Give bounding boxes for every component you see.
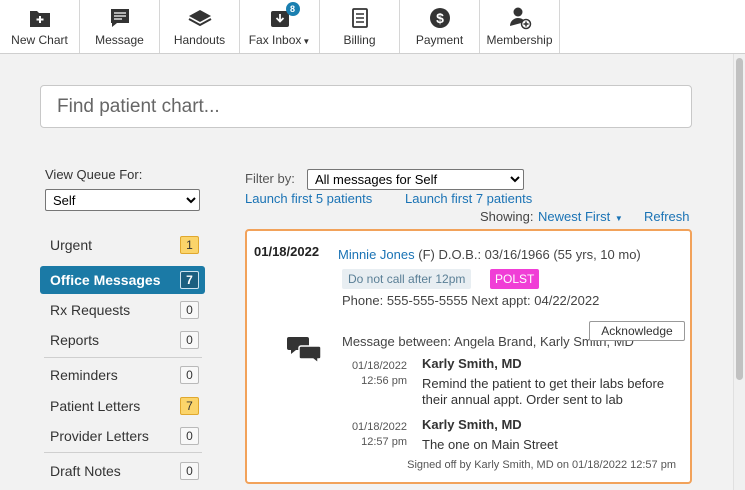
queue-item-provider-letters[interactable]: Provider Letters 0 xyxy=(40,422,205,450)
showing-label: Showing: xyxy=(480,209,534,224)
entry-author: Karly Smith, MD xyxy=(422,417,522,432)
conversation-icon xyxy=(287,335,323,368)
payment-button[interactable]: $ Payment xyxy=(400,0,480,53)
count-badge: 0 xyxy=(180,462,199,480)
signed-off-text: Signed off by Karly Smith, MD on 01/18/2… xyxy=(407,459,676,471)
queue-item-reports[interactable]: Reports 0 xyxy=(40,326,205,354)
launch-first-7-link[interactable]: Launch first 7 patients xyxy=(405,191,532,206)
membership-button[interactable]: Membership xyxy=(480,0,560,53)
entry-timestamp: 01/18/2022 12:57 pm xyxy=(351,421,407,448)
patient-name-link[interactable]: Minnie Jones xyxy=(338,247,415,262)
billing-icon xyxy=(348,6,372,30)
scrollbar-thumb[interactable] xyxy=(736,58,743,380)
message-button[interactable]: Message xyxy=(80,0,160,53)
handouts-icon xyxy=(188,6,212,30)
new-chart-button[interactable]: New Chart xyxy=(0,0,80,53)
count-badge: 7 xyxy=(180,397,199,415)
queue-item-draft-notes[interactable]: Draft Notes 0 xyxy=(40,457,205,485)
count-badge: 0 xyxy=(180,366,199,384)
count-badge: 0 xyxy=(180,331,199,349)
refresh-link[interactable]: Refresh xyxy=(644,209,690,224)
fax-inbox-icon: 8 xyxy=(268,2,300,30)
view-queue-label: View Queue For: xyxy=(45,167,143,182)
queue-divider xyxy=(44,357,202,358)
patient-line: Minnie Jones (F) D.O.B.: 03/16/1966 (55 … xyxy=(338,247,641,262)
phone-appt-line: Phone: 555-555-5555 Next appt: 04/22/202… xyxy=(342,293,600,308)
filter-label: Filter by: xyxy=(245,171,295,186)
caret-down-icon: ▼ xyxy=(614,214,623,223)
svg-text:$: $ xyxy=(436,10,444,26)
count-badge: 0 xyxy=(180,427,199,445)
count-badge: 1 xyxy=(180,236,199,254)
new-chart-icon xyxy=(28,6,52,30)
handouts-button[interactable]: Handouts xyxy=(160,0,240,53)
count-badge: 7 xyxy=(180,271,199,289)
fax-count-badge: 8 xyxy=(285,2,300,16)
patient-info: (F) D.O.B.: 03/16/1966 (55 yrs, 10 mo) xyxy=(418,247,641,262)
membership-icon xyxy=(508,6,532,30)
payment-icon: $ xyxy=(428,6,452,30)
entry-author: Karly Smith, MD xyxy=(422,356,522,371)
entry-timestamp: 01/18/2022 12:56 pm xyxy=(351,360,407,387)
launch-first-5-link[interactable]: Launch first 5 patients xyxy=(245,191,372,206)
patient-note-tag: Do not call after 12pm xyxy=(342,269,472,289)
polst-badge: POLST xyxy=(490,269,540,289)
queue-item-urgent[interactable]: Urgent 1 xyxy=(40,231,205,259)
entry-text: The one on Main Street xyxy=(422,437,558,452)
message-date: 01/18/2022 xyxy=(254,244,320,259)
filter-select[interactable]: All messages for Self xyxy=(307,169,524,190)
acknowledge-button[interactable]: Acknowledge xyxy=(589,321,685,341)
fax-inbox-button[interactable]: 8 Fax Inbox▼ xyxy=(240,0,320,53)
queue-item-office-messages[interactable]: Office Messages 7 xyxy=(40,266,205,294)
queue-item-patient-letters[interactable]: Patient Letters 7 xyxy=(40,392,205,420)
billing-button[interactable]: Billing xyxy=(320,0,400,53)
entry-text: Remind the patient to get their labs bef… xyxy=(422,376,665,407)
message-icon xyxy=(108,6,132,30)
sort-dropdown[interactable]: Newest First ▼ xyxy=(538,209,623,224)
queue-divider xyxy=(44,452,202,453)
count-badge: 0 xyxy=(180,301,199,319)
queue-item-rx-requests[interactable]: Rx Requests 0 xyxy=(40,296,205,324)
toolbar: New Chart Message Handouts 8 Fax Inbox▼ … xyxy=(0,0,745,54)
caret-down-icon: ▼ xyxy=(302,37,311,46)
view-queue-select[interactable]: Self xyxy=(45,189,200,211)
queue-item-reminders[interactable]: Reminders 0 xyxy=(40,361,205,389)
find-patient-input[interactable] xyxy=(40,85,692,128)
message-card[interactable]: 01/18/2022 Minnie Jones (F) D.O.B.: 03/1… xyxy=(245,229,692,484)
